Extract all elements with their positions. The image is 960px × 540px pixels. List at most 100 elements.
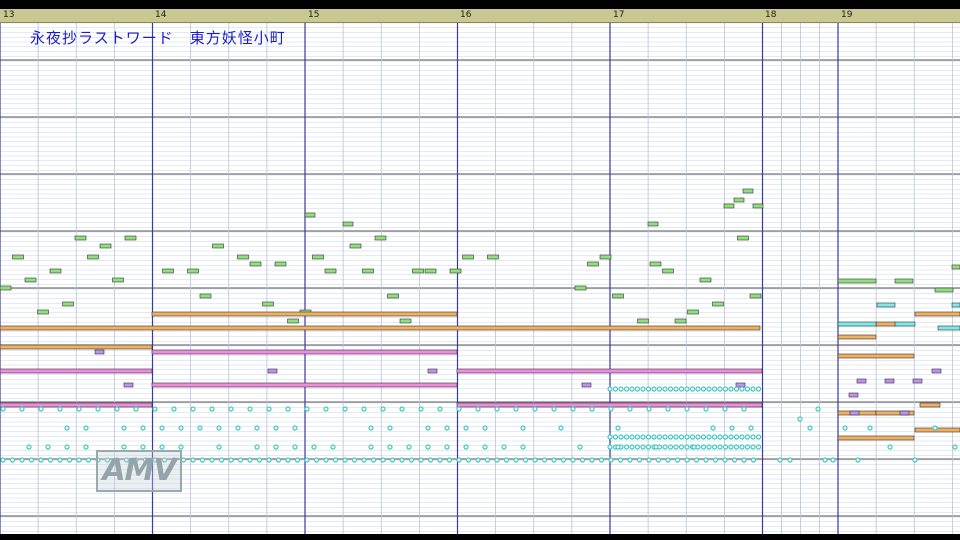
drum-hit (399, 406, 405, 412)
drum-hit (684, 434, 690, 440)
drum-hit (744, 444, 751, 450)
lead-note (99, 243, 112, 249)
drum-hit (323, 457, 329, 463)
drum-hit (706, 444, 712, 450)
drum-hit (38, 457, 44, 463)
drum-hit (717, 434, 723, 440)
drum-hit (570, 457, 576, 463)
drum-hit (744, 434, 751, 440)
drum-hit (475, 406, 481, 412)
drum-hit (700, 444, 707, 450)
drum-hit (285, 406, 291, 412)
measure-ruler[interactable]: 13 14 15 16 17 18 19 (0, 9, 960, 23)
bass-note (837, 334, 877, 340)
drum-hit (598, 457, 605, 463)
drum-hit (627, 457, 633, 463)
drum-hit (656, 434, 663, 440)
drum-hit (627, 406, 633, 412)
drum-hit (700, 386, 707, 392)
drum-hit (140, 425, 146, 431)
drum-hit (755, 434, 762, 440)
drum-hit (209, 406, 215, 412)
drum-hit (629, 386, 635, 392)
drum-hit (739, 434, 745, 440)
drum-hit (465, 457, 472, 463)
arp-note (735, 382, 746, 388)
drum-hit (855, 457, 861, 463)
drum-hit (689, 434, 696, 440)
drum-hit (570, 406, 576, 412)
drum-hit (254, 425, 260, 431)
drum-hit (755, 386, 762, 392)
drum-hit (706, 434, 712, 440)
drum-hit (807, 425, 813, 431)
lead-note (674, 318, 687, 324)
drum-hit (180, 457, 187, 463)
lead-note (412, 268, 424, 274)
drum-hit (655, 457, 662, 463)
drum-hit (427, 457, 434, 463)
drum-hit (522, 457, 529, 463)
drum-hit (842, 425, 848, 431)
lead-note (262, 301, 274, 307)
lead-note (12, 254, 24, 260)
drum-hit (711, 434, 718, 440)
drum-hit (618, 434, 624, 440)
drum-hit (406, 444, 412, 450)
drum-hit (653, 444, 659, 450)
pad-note (0, 368, 153, 374)
arp-note (899, 410, 910, 416)
drum-hit (797, 416, 803, 422)
lead-note (362, 268, 374, 274)
lead-note (37, 309, 49, 315)
drum-hit (634, 386, 641, 392)
lead-note (49, 268, 62, 274)
drum-hit (256, 457, 263, 463)
drum-hit (235, 425, 241, 431)
lead-note (424, 268, 437, 274)
drum-hit (178, 444, 184, 450)
drum-hit (741, 457, 747, 463)
lead-note (324, 268, 337, 274)
arp-note (267, 368, 278, 374)
piano-roll-window: 13 14 15 16 17 18 19 永夜抄ラストワード 東方妖怪小町 AM… (0, 0, 960, 540)
drum-hit (645, 434, 652, 440)
drum-hit (645, 386, 652, 392)
drum-hit (418, 406, 424, 412)
drum-hit (623, 444, 630, 450)
drum-hit (190, 457, 196, 463)
drum-hit (532, 457, 538, 463)
drum-hit (501, 444, 507, 450)
drum-hit (623, 386, 630, 392)
drum-hit (209, 457, 215, 463)
drum-hit (618, 386, 624, 392)
drum-hit (722, 444, 729, 450)
bass-note (0, 344, 153, 350)
drum-hit (57, 406, 63, 412)
lead-note (87, 254, 99, 260)
drum-hit (444, 444, 450, 450)
drum-hit (361, 457, 367, 463)
drum-hit (733, 386, 740, 392)
drum-hit (285, 457, 291, 463)
drum-hit (729, 425, 735, 431)
pad-note (151, 349, 458, 355)
drum-hit (399, 457, 405, 463)
drum-hit (932, 425, 938, 431)
pad-note (151, 382, 458, 388)
drum-hit (651, 434, 657, 440)
drum-hit (0, 406, 6, 412)
lead-note (124, 235, 137, 241)
drum-hit (684, 386, 690, 392)
drum-hit (912, 457, 918, 463)
drum-hit (673, 444, 679, 450)
drum-hit (750, 386, 756, 392)
lead-note (752, 203, 764, 209)
drum-hit (228, 406, 234, 412)
drum-hit (711, 386, 718, 392)
drum-hit (830, 457, 836, 463)
drum-hit (629, 444, 635, 450)
drum-hit (273, 444, 279, 450)
drum-hit (634, 444, 641, 450)
lead-note (449, 268, 462, 274)
